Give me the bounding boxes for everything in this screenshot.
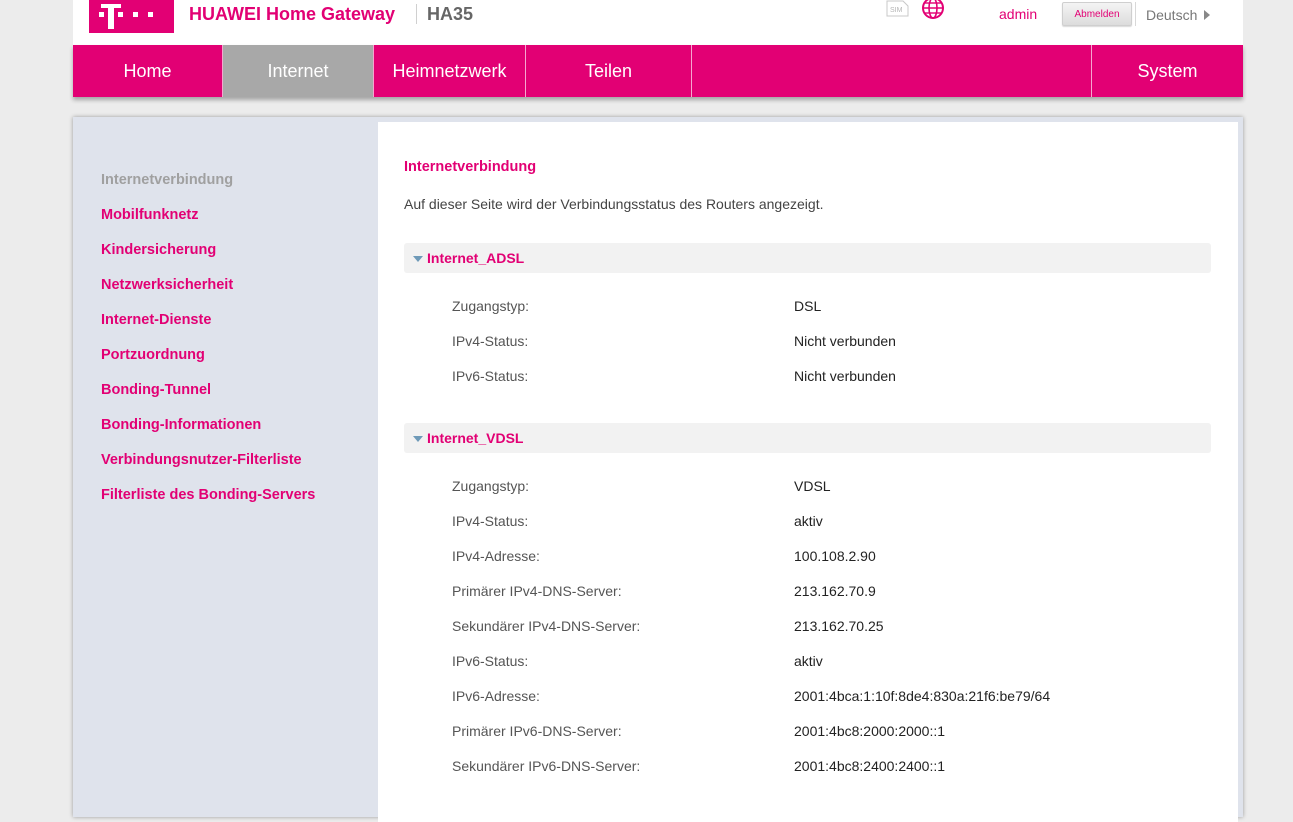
row-value: 2001:4bca:1:10f:8de4:830a:21f6:be79/64	[794, 688, 1051, 704]
row-value: 213.162.70.9	[794, 583, 876, 599]
section-header-vdsl[interactable]: Internet_VDSL	[404, 423, 1211, 453]
sim-icon: SIM	[886, 0, 909, 17]
sidebar-item-portzuordnung[interactable]: Portzuordnung	[101, 347, 205, 363]
nav-item-internet[interactable]: Internet	[223, 45, 374, 97]
nav-item-spacer	[692, 45, 1092, 97]
table-row: IPv6-Adresse: 2001:4bca:1:10f:8de4:830a:…	[378, 688, 1238, 708]
row-label: Primärer IPv6-DNS-Server:	[452, 723, 622, 739]
table-row: Primärer IPv6-DNS-Server: 2001:4bc8:2000…	[378, 723, 1238, 743]
row-label: Sekundärer IPv6-DNS-Server:	[452, 758, 641, 774]
table-row: IPv4-Status: Nicht verbunden	[378, 333, 1238, 353]
row-label: IPv4-Status:	[452, 333, 529, 349]
row-value: aktiv	[794, 513, 823, 529]
telekom-logo[interactable]	[89, 0, 174, 33]
table-row: IPv6-Status: aktiv	[378, 653, 1238, 673]
collapse-arrow-icon	[413, 256, 423, 262]
logout-button[interactable]: Abmelden	[1062, 2, 1132, 26]
row-value: 213.162.70.25	[794, 618, 884, 634]
row-label: Zugangstyp:	[452, 478, 530, 494]
sidebar-item-internet-dienste[interactable]: Internet-Dienste	[101, 312, 211, 328]
row-label: IPv4-Status:	[452, 513, 529, 529]
table-row: Zugangstyp: DSL	[378, 298, 1238, 318]
header: HUAWEI Home Gateway HA35 SIM admin Abmel…	[73, 0, 1243, 45]
table-row: IPv6-Status: Nicht verbunden	[378, 368, 1238, 388]
nav-item-teilen[interactable]: Teilen	[526, 45, 692, 97]
sidebar-item-filterliste-bonding-server[interactable]: Filterliste des Bonding-Servers	[101, 487, 315, 503]
header-divider	[416, 4, 417, 24]
model-name: HA35	[427, 4, 474, 24]
main-panel: Internetverbindung Auf dieser Seite wird…	[378, 122, 1238, 822]
sidebar: Internetverbindung Mobilfunknetz Kinders…	[73, 117, 378, 817]
sidebar-item-mobilfunknetz[interactable]: Mobilfunknetz	[101, 207, 198, 223]
svg-text:SIM: SIM	[890, 7, 903, 14]
section-title: Internet_ADSL	[427, 250, 525, 266]
page-title: Internetverbindung	[404, 159, 537, 175]
nav-item-system[interactable]: System	[1092, 45, 1243, 97]
table-row: Sekundärer IPv4-DNS-Server: 213.162.70.2…	[378, 618, 1238, 638]
sidebar-item-internetverbindung[interactable]: Internetverbindung	[101, 172, 233, 188]
sidebar-item-kindersicherung[interactable]: Kindersicherung	[101, 242, 216, 258]
main-nav: Home Internet Heimnetzwerk Teilen System	[73, 45, 1243, 97]
row-value: DSL	[794, 298, 822, 314]
table-row: Primärer IPv4-DNS-Server: 213.162.70.9	[378, 583, 1238, 603]
language-divider	[1135, 2, 1136, 26]
row-value: Nicht verbunden	[794, 333, 896, 349]
content-frame: Internetverbindung Mobilfunknetz Kinders…	[73, 117, 1243, 822]
row-label: IPv6-Status:	[452, 653, 529, 669]
sidebar-item-verbindungsnutzer-filterliste[interactable]: Verbindungsnutzer-Filterliste	[101, 452, 302, 468]
section-header-adsl[interactable]: Internet_ADSL	[404, 243, 1211, 273]
page-description: Auf dieser Seite wird der Verbindungssta…	[404, 196, 824, 212]
page: HUAWEI Home Gateway HA35 SIM admin Abmel…	[73, 0, 1243, 822]
row-value: 100.108.2.90	[794, 548, 876, 564]
row-label: Primärer IPv4-DNS-Server:	[452, 583, 622, 599]
sidebar-item-netzwerksicherheit[interactable]: Netzwerksicherheit	[101, 277, 233, 293]
nav-item-home[interactable]: Home	[73, 45, 223, 97]
telekom-t-icon	[99, 4, 153, 29]
row-value: VDSL	[794, 478, 831, 494]
row-label: Zugangstyp:	[452, 298, 530, 314]
table-row: Zugangstyp: VDSL	[378, 478, 1238, 498]
collapse-arrow-icon	[413, 436, 423, 442]
row-value: Nicht verbunden	[794, 368, 896, 384]
row-value: 2001:4bc8:2400:2400::1	[794, 758, 946, 774]
row-label: Sekundärer IPv4-DNS-Server:	[452, 618, 641, 634]
username-label: admin	[999, 6, 1038, 22]
chevron-right-icon[interactable]	[1204, 10, 1210, 20]
product-name: HUAWEI Home Gateway	[189, 4, 396, 24]
sidebar-item-bonding-informationen[interactable]: Bonding-Informationen	[101, 417, 261, 433]
row-label: IPv6-Status:	[452, 368, 529, 384]
section-title: Internet_VDSL	[427, 430, 524, 446]
sidebar-item-bonding-tunnel[interactable]: Bonding-Tunnel	[101, 382, 211, 398]
table-row: IPv4-Adresse: 100.108.2.90	[378, 548, 1238, 568]
row-value: 2001:4bc8:2000:2000::1	[794, 723, 946, 739]
row-label: IPv4-Adresse:	[452, 548, 540, 564]
row-label: IPv6-Adresse:	[452, 688, 540, 704]
globe-icon[interactable]	[921, 0, 946, 20]
row-value: aktiv	[794, 653, 823, 669]
nav-item-heimnetzwerk[interactable]: Heimnetzwerk	[374, 45, 526, 97]
table-row: Sekundärer IPv6-DNS-Server: 2001:4bc8:24…	[378, 758, 1238, 778]
table-row: IPv4-Status: aktiv	[378, 513, 1238, 533]
language-selector[interactable]: Deutsch	[1146, 7, 1197, 23]
